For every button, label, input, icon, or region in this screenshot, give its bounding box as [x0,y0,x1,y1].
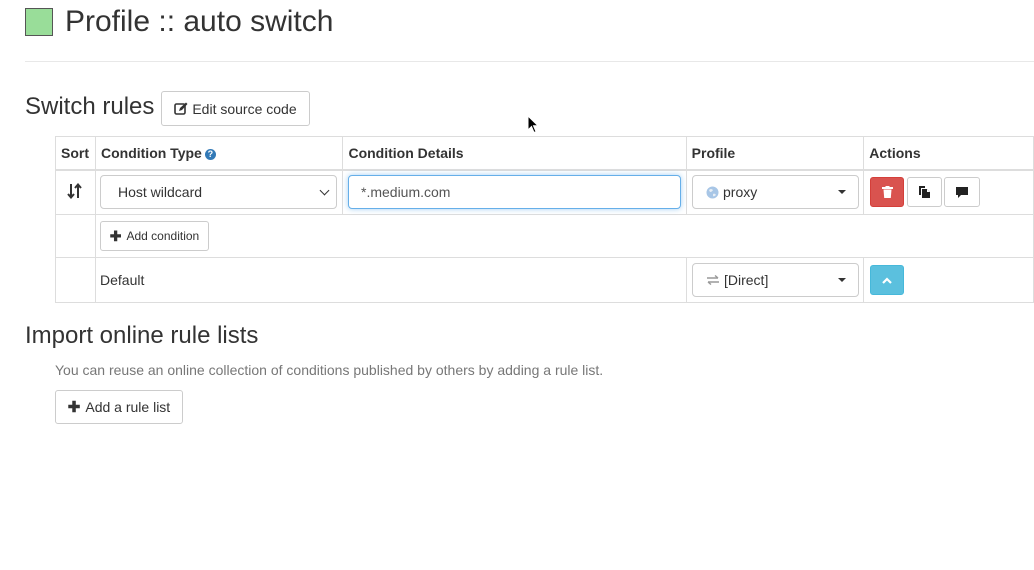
sort-handle-icon[interactable] [67,182,83,204]
trash-icon [881,186,893,198]
column-header-condition-details: Condition Details [342,136,687,171]
import-description: You can reuse an online collection of co… [55,362,604,378]
plus-icon: ✚ [109,227,122,244]
add-rule-list-label: Add a rule list [85,399,171,415]
edit-source-code-button[interactable]: Edit source code [161,91,310,126]
caret-down-icon [838,278,846,282]
column-header-condition-type: Condition Type? [94,136,344,171]
condition-type-value: Host wildcard [118,184,203,200]
default-row-label: Default [100,272,145,288]
clone-rule-button[interactable] [907,177,942,207]
chevron-up-icon [882,276,892,284]
add-condition-button[interactable]: ✚ Add condition [100,221,209,251]
header-divider [25,61,1034,62]
switch-rules-title: Switch rules [25,93,155,120]
comment-rule-button[interactable] [944,177,980,207]
import-rule-lists-title: Import online rule lists [25,322,259,349]
plus-icon: ✚ [67,399,81,416]
page-title: Profile :: auto switch [65,5,334,38]
add-rule-list-button[interactable]: ✚ Add a rule list [55,390,183,424]
column-header-actions: Actions [863,136,1034,171]
delete-rule-button[interactable] [870,177,904,207]
column-header-profile: Profile [685,136,865,171]
default-profile-select[interactable]: [Direct] [692,263,859,297]
comment-icon [956,186,968,198]
globe-icon [706,186,719,199]
condition-type-select[interactable]: Host wildcard [100,175,337,209]
help-icon[interactable]: ? [204,148,216,160]
default-profile-value: [Direct] [724,272,769,288]
edit-source-code-label: Edit source code [192,100,297,117]
condition-details-value: *.medium.com [361,184,451,200]
condition-details-input[interactable]: *.medium.com [348,175,681,209]
rule-profile-select[interactable]: proxy [692,175,859,209]
table-header-row: Sort Condition Type? Condition Details P… [55,136,1034,171]
rule-profile-value: proxy [723,184,758,200]
profile-color-swatch[interactable] [25,8,53,36]
mouse-cursor-icon [527,114,540,139]
profile-header: Profile :: auto switch [25,7,333,37]
edit-icon [174,102,188,116]
caret-down-icon [838,190,846,194]
condition-type-label: Condition Type [100,144,202,161]
copy-icon [918,186,931,198]
collapse-button[interactable] [870,265,904,295]
column-header-sort: Sort [55,136,96,171]
direct-arrows-icon [706,275,720,285]
add-condition-label: Add condition [126,229,200,243]
chevron-down-icon [319,185,330,196]
